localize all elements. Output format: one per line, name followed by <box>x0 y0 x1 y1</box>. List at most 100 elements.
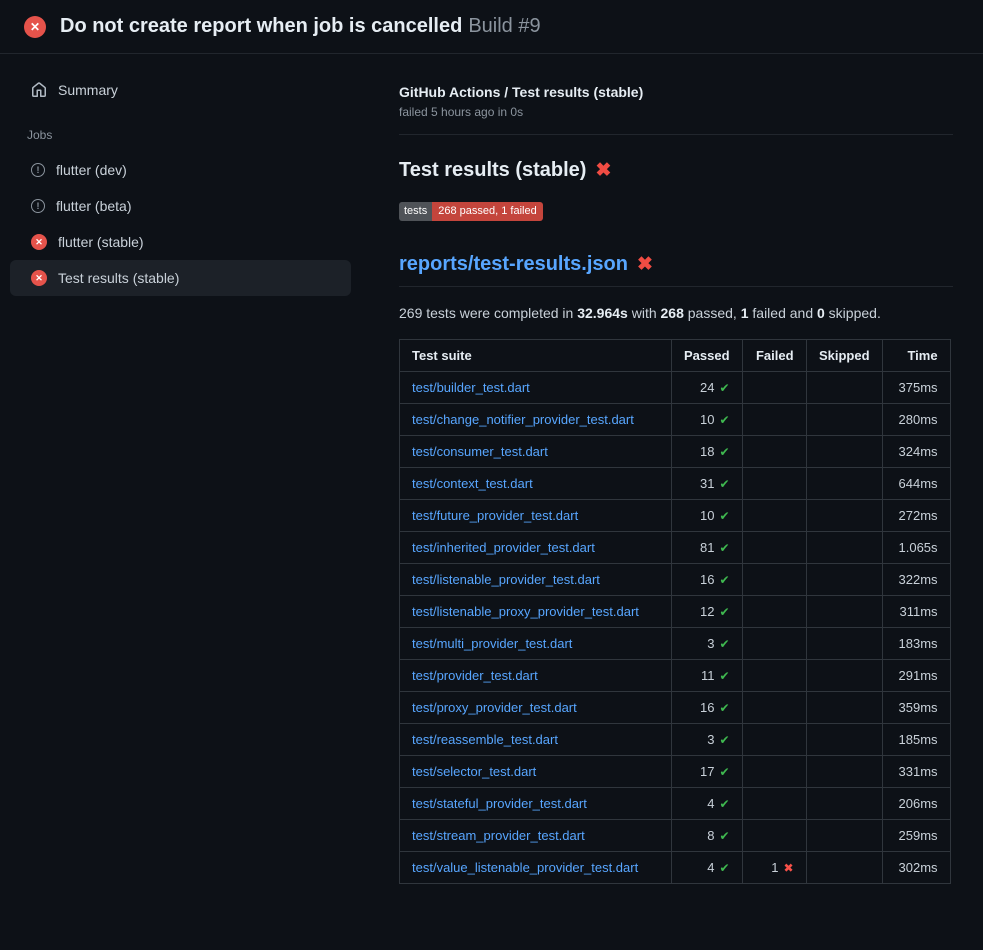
sidebar-item-flutter-beta[interactable]: !flutter (beta) <box>10 188 351 224</box>
time-cell: 206ms <box>882 788 950 820</box>
col-header-test-suite: Test suite <box>400 340 672 372</box>
passed-cell: 4✔ <box>672 852 743 884</box>
table-row: test/stream_provider_test.dart8✔259ms <box>400 820 951 852</box>
check-icon: ✔ <box>719 765 729 779</box>
failed-cell <box>742 404 806 436</box>
suite-link[interactable]: test/stream_provider_test.dart <box>412 828 585 843</box>
sidebar-item-test-results-stable[interactable]: ✕ Test results (stable) <box>10 260 351 296</box>
failed-cell <box>742 564 806 596</box>
table-row: test/listenable_provider_test.dart16✔322… <box>400 564 951 596</box>
suite-link[interactable]: test/stateful_provider_test.dart <box>412 796 587 811</box>
skipped-cell <box>806 788 882 820</box>
section-title-text: Test results (stable) <box>399 159 586 182</box>
skipped-cell <box>806 468 882 500</box>
count-value: 3 <box>707 636 714 651</box>
table-row: test/reassemble_test.dart 3✔ 185ms <box>400 724 951 756</box>
x-circle-icon: ✕ <box>31 270 47 286</box>
suite-link[interactable]: test/provider_test.dart <box>412 668 538 683</box>
failed-cell <box>742 596 806 628</box>
check-icon: ✔ <box>719 861 729 875</box>
time-cell: 375ms <box>882 372 950 404</box>
failed-cell <box>742 500 806 532</box>
suite-link[interactable]: test/change_notifier_provider_test.dart <box>412 412 634 427</box>
failed-cell <box>742 692 806 724</box>
summary-segment: 268 <box>661 305 684 321</box>
count-value: 1 <box>771 860 778 875</box>
col-header-time: Time <box>882 340 950 372</box>
sidebar-item-label: Test results (stable) <box>58 270 179 286</box>
tests-badge: tests 268 passed, 1 failed <box>399 202 543 221</box>
suite-cell: test/builder_test.dart <box>400 372 672 404</box>
check-icon: ✔ <box>719 509 729 523</box>
suite-link[interactable]: test/proxy_provider_test.dart <box>412 700 577 715</box>
table-row: test/value_listenable_provider_test.dart… <box>400 852 951 884</box>
passed-cell: 4✔ <box>672 788 743 820</box>
suite-link[interactable]: test/reassemble_test.dart <box>412 732 558 747</box>
table-row: test/provider_test.dart11✔291ms <box>400 660 951 692</box>
sidebar-jobs: !flutter (dev)!flutter (beta)✕flutter (s… <box>10 152 351 296</box>
suite-link[interactable]: test/multi_provider_test.dart <box>412 636 572 651</box>
suite-link[interactable]: test/context_test.dart <box>412 476 533 491</box>
sidebar-item-summary[interactable]: Summary <box>10 72 351 108</box>
count-value: 18 <box>700 444 714 459</box>
passed-cell: 3✔ <box>672 628 743 660</box>
check-icon: ✔ <box>719 669 729 683</box>
page-title: Do not create report when job is cancell… <box>60 15 541 38</box>
summary-segment: failed and <box>749 305 818 321</box>
passed-cell: 8✔ <box>672 820 743 852</box>
main-content: GitHub Actions / Test results (stable) f… <box>375 54 983 904</box>
suite-link[interactable]: test/value_listenable_provider_test.dart <box>412 860 638 875</box>
time-cell: 1.065s <box>882 532 950 564</box>
divider <box>399 134 953 135</box>
sidebar-item-label: flutter (dev) <box>56 162 127 178</box>
suite-link[interactable]: test/listenable_provider_test.dart <box>412 572 600 587</box>
time-cell: 322ms <box>882 564 950 596</box>
sidebar-item-label: Summary <box>58 82 118 98</box>
time-cell: 324ms <box>882 436 950 468</box>
suite-link[interactable]: test/inherited_provider_test.dart <box>412 540 595 555</box>
count-value: 11 <box>701 668 715 683</box>
suite-link[interactable]: test/listenable_proxy_provider_test.dart <box>412 604 639 619</box>
suite-cell: test/change_notifier_provider_test.dart <box>400 404 672 436</box>
failed-cell <box>742 372 806 404</box>
suite-cell: test/context_test.dart <box>400 468 672 500</box>
x-icon: ✖ <box>637 255 653 274</box>
suite-link[interactable]: test/builder_test.dart <box>412 380 530 395</box>
badge-value: 268 passed, 1 failed <box>432 202 542 221</box>
count-value: 24 <box>700 380 714 395</box>
passed-cell: 3✔ <box>672 724 743 756</box>
results-table-header-row: Test suitePassedFailedSkippedTime <box>400 340 951 372</box>
time-cell: 185ms <box>882 724 950 756</box>
skipped-cell <box>806 372 882 404</box>
passed-cell: 24✔ <box>672 372 743 404</box>
count-value: 16 <box>700 572 714 587</box>
failed-cell <box>742 820 806 852</box>
suite-cell: test/proxy_provider_test.dart <box>400 692 672 724</box>
x-circle-icon: ✕ <box>31 234 47 250</box>
suite-link[interactable]: test/future_provider_test.dart <box>412 508 578 523</box>
passed-cell: 12✔ <box>672 596 743 628</box>
count-value: 10 <box>700 508 714 523</box>
skipped-cell <box>806 532 882 564</box>
suite-cell: test/reassemble_test.dart <box>400 724 672 756</box>
col-header-skipped: Skipped <box>806 340 882 372</box>
check-icon: ✔ <box>719 477 729 491</box>
suite-link[interactable]: test/selector_test.dart <box>412 764 536 779</box>
col-header-passed: Passed <box>672 340 743 372</box>
suite-cell: test/selector_test.dart <box>400 756 672 788</box>
sidebar-item-flutter-dev[interactable]: !flutter (dev) <box>10 152 351 188</box>
suite-cell: test/consumer_test.dart <box>400 436 672 468</box>
sidebar-item-flutter-stable[interactable]: ✕flutter (stable) <box>10 224 351 260</box>
failed-cell <box>742 724 806 756</box>
report-link[interactable]: reports/test-results.json <box>399 253 628 276</box>
x-circle-icon: ✕ <box>24 16 46 38</box>
check-icon: ✔ <box>719 733 729 747</box>
skipped-cell <box>806 692 882 724</box>
run-title: Do not create report when job is cancell… <box>60 15 462 37</box>
suite-cell: test/future_provider_test.dart <box>400 500 672 532</box>
suite-link[interactable]: test/consumer_test.dart <box>412 444 548 459</box>
badge-label: tests <box>399 202 432 221</box>
count-value: 10 <box>700 412 714 427</box>
count-value: 17 <box>700 764 714 779</box>
time-cell: 311ms <box>882 596 950 628</box>
